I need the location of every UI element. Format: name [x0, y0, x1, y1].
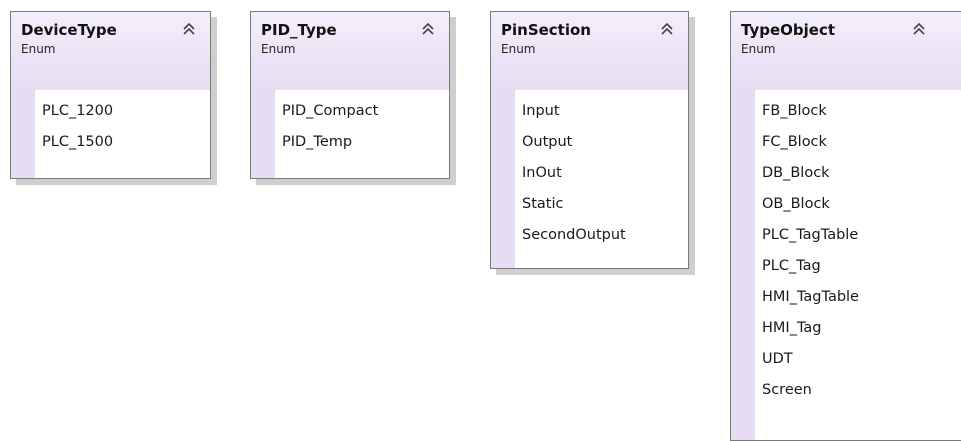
enum-members: FB_Block FC_Block DB_Block OB_Block PLC_… [755, 90, 961, 440]
enum-kind-label: Enum [21, 41, 56, 56]
enum-type-object[interactable]: TypeObject Enum FB_Block FC_Block DB_Blo… [730, 11, 961, 441]
enum-kind-label: Enum [741, 41, 776, 56]
enum-member[interactable]: PLC_1500 [35, 127, 210, 158]
enum-member[interactable]: HMI_TagTable [755, 282, 961, 313]
enum-member[interactable]: Output [515, 127, 688, 158]
enum-members: Input Output InOut Static SecondOutput [515, 90, 688, 268]
enum-header: TypeObject Enum [731, 12, 961, 90]
enum-member[interactable]: UDT [755, 344, 961, 375]
double-chevron-up-icon[interactable] [420, 22, 436, 36]
enum-header: PID_Type Enum [251, 12, 449, 90]
enum-header: DeviceType Enum [11, 12, 210, 90]
enum-kind-label: Enum [261, 41, 296, 56]
double-chevron-up-icon[interactable] [911, 22, 927, 36]
double-chevron-up-icon[interactable] [659, 22, 675, 36]
enum-device-type[interactable]: DeviceType Enum PLC_1200 PLC_1500 [10, 11, 211, 179]
enum-member[interactable]: InOut [515, 158, 688, 189]
enum-header: PinSection Enum [491, 12, 688, 90]
enum-members: PID_Compact PID_Temp [275, 90, 449, 178]
enum-member[interactable]: PID_Temp [275, 127, 449, 158]
enum-member[interactable]: PLC_TagTable [755, 220, 961, 251]
enum-member[interactable]: FB_Block [755, 96, 961, 127]
enum-title: DeviceType [21, 21, 117, 39]
enum-member[interactable]: DB_Block [755, 158, 961, 189]
double-chevron-up-icon[interactable] [181, 22, 197, 36]
enum-body: PLC_1200 PLC_1500 [11, 90, 210, 178]
enum-pin-section[interactable]: PinSection Enum Input Output InOut Stati… [490, 11, 689, 269]
enum-member[interactable]: HMI_Tag [755, 313, 961, 344]
enum-title: PID_Type [261, 21, 337, 39]
enum-body: FB_Block FC_Block DB_Block OB_Block PLC_… [731, 90, 961, 440]
enum-member[interactable]: PID_Compact [275, 96, 449, 127]
enum-member[interactable]: FC_Block [755, 127, 961, 158]
enum-member[interactable]: Input [515, 96, 688, 127]
enum-member[interactable]: Static [515, 189, 688, 220]
enum-kind-label: Enum [501, 41, 536, 56]
enum-body: PID_Compact PID_Temp [251, 90, 449, 178]
enum-member[interactable]: PLC_Tag [755, 251, 961, 282]
enum-title: TypeObject [741, 21, 836, 39]
enum-members: PLC_1200 PLC_1500 [35, 90, 210, 178]
enum-member[interactable]: SecondOutput [515, 220, 688, 251]
enum-pid-type[interactable]: PID_Type Enum PID_Compact PID_Temp [250, 11, 450, 179]
enum-body: Input Output InOut Static SecondOutput [491, 90, 688, 268]
enum-member[interactable]: Screen [755, 375, 961, 406]
enum-title: PinSection [501, 21, 591, 39]
enum-member[interactable]: OB_Block [755, 189, 961, 220]
enum-member[interactable]: PLC_1200 [35, 96, 210, 127]
